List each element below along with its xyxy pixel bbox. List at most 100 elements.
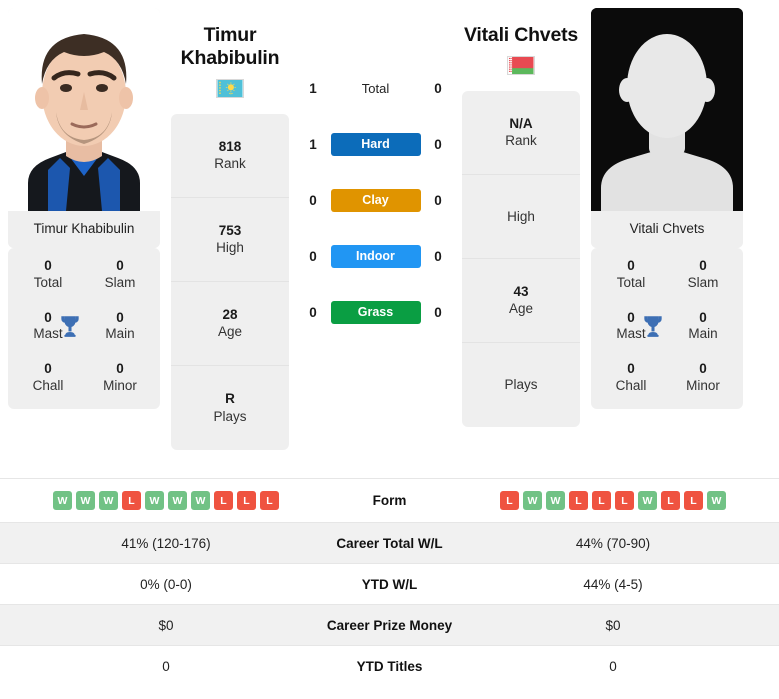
- row-label: Career Total W/L: [336, 535, 443, 551]
- stat-row-rank: 818 Rank: [171, 114, 289, 198]
- form-badge-l: L: [214, 491, 233, 510]
- left-value: $0: [158, 617, 174, 633]
- right-value: $0: [605, 617, 621, 633]
- titles-value: 0: [699, 309, 707, 325]
- right-player-name: Vitali Chvets: [463, 24, 579, 46]
- surface-label-hard[interactable]: Hard: [330, 132, 421, 156]
- titles-value: 0: [627, 257, 635, 273]
- left-player-name-line1: Timur: [203, 24, 257, 46]
- surface-label-clay[interactable]: Clay: [330, 188, 421, 212]
- form-badge-w: W: [707, 491, 726, 510]
- comparison-header: Timur Khabibulin 0 Total 0 Slam 0 Mast 0…: [0, 0, 779, 478]
- titles-label: Minor: [103, 378, 137, 394]
- table-row-career-total-wl: 41% (120-176) Career Total W/L 44% (70-9…: [0, 522, 779, 563]
- surface-row-hard: 1 Hard 0: [292, 116, 459, 172]
- left-form-cell: WWWLWWWLLL: [30, 491, 302, 510]
- right-form-cell: LWWLLLWLLW: [477, 491, 749, 510]
- surface-left-count: 0: [309, 304, 317, 320]
- form-badge-w: W: [638, 491, 657, 510]
- right-player-photo-column: Vitali Chvets 0 Total 0 Slam 0 Mast 0 Ma…: [583, 0, 751, 410]
- titles-value: 0: [699, 361, 707, 377]
- form-badge-l: L: [237, 491, 256, 510]
- right-player-stat-box: N/A Rank High 43 Age Plays: [462, 90, 580, 427]
- comparison-stats-table: WWWLWWWLLL Form LWWLLLWLLW 41% (120-176)…: [0, 478, 779, 686]
- stat-label: High: [216, 240, 244, 256]
- titles-value: 0: [699, 257, 707, 273]
- stat-label: Rank: [505, 133, 537, 149]
- player-photo: [8, 8, 160, 211]
- titles-label: Slam: [687, 274, 719, 290]
- titles-label: Main: [105, 326, 135, 342]
- right-titles-grid: 0 Total 0 Slam 0 Mast 0 Main 0 Chall 0 M…: [595, 258, 739, 395]
- surface-left-count: 0: [309, 248, 317, 264]
- left-titles-grid: 0 Total 0 Slam 0 Mast 0 Main 0 Chall 0 M…: [12, 258, 156, 395]
- titles-value: 0: [627, 361, 635, 377]
- stat-row-age: 43 Age: [462, 259, 580, 343]
- titles-value: 0: [627, 309, 635, 325]
- stat-row-plays: R Plays: [171, 366, 289, 450]
- stat-label: High: [507, 208, 535, 224]
- form-badge-w: W: [99, 491, 118, 510]
- surface-row-total: 1 Total 0: [292, 60, 459, 116]
- form-badge-l: L: [592, 491, 611, 510]
- titles-cell-main: 0 Main: [84, 310, 156, 344]
- titles-cell-mast: 0 Mast: [595, 310, 667, 344]
- surface-label-total: Total: [361, 80, 390, 96]
- avatar-silhouette-icon: [591, 8, 743, 211]
- titles-value: 0: [44, 257, 52, 273]
- stat-value: R: [225, 391, 235, 407]
- left-player-name-line2: Khabibulin: [180, 46, 280, 69]
- right-value: 44% (4-5): [583, 576, 643, 592]
- right-flag-wrap: [459, 55, 583, 75]
- surface-right-count: 0: [434, 80, 442, 96]
- surface-left-count: 0: [309, 192, 317, 208]
- stat-row-plays: Plays: [462, 343, 580, 427]
- surface-left-count: 1: [309, 136, 317, 152]
- player-comparison-page: Timur Khabibulin 0 Total 0 Slam 0 Mast 0…: [0, 0, 779, 699]
- surface-right-count: 0: [434, 304, 442, 320]
- left-player-photo-caption: Timur Khabibulin: [8, 211, 160, 248]
- right-player-titles-card: 0 Total 0 Slam 0 Mast 0 Main 0 Chall 0 M…: [591, 247, 743, 410]
- left-player-stat-box: 818 Rank 753 High 28 Age R Plays: [171, 113, 289, 450]
- form-badge-l: L: [260, 491, 279, 510]
- surface-label-indoor[interactable]: Indoor: [330, 244, 421, 268]
- form-badge-l: L: [500, 491, 519, 510]
- right-value: 0: [609, 658, 617, 674]
- form-badge-l: L: [661, 491, 680, 510]
- stat-row-age: 28 Age: [171, 282, 289, 366]
- form-badge-w: W: [523, 491, 542, 510]
- belarus-flag-icon: [507, 55, 535, 75]
- titles-label: Main: [688, 326, 718, 342]
- stat-row-high: 753 High: [171, 198, 289, 282]
- left-value: 41% (120-176): [121, 535, 211, 551]
- form-badge-w: W: [546, 491, 565, 510]
- surface-right-count: 0: [434, 192, 442, 208]
- right-player-photo-caption: Vitali Chvets: [591, 211, 743, 248]
- titles-cell-slam: 0 Slam: [667, 258, 739, 292]
- titles-cell-mast: 0 Mast: [12, 310, 84, 344]
- table-row-ytd-wl: 0% (0-0) YTD W/L 44% (4-5): [0, 563, 779, 604]
- titles-label: Chall: [615, 378, 647, 394]
- titles-label: Slam: [104, 274, 136, 290]
- left-form-badges: WWWLWWWLLL: [53, 491, 279, 510]
- row-label: YTD W/L: [361, 576, 418, 592]
- surface-comparison-column: 1 Total 0 1 Hard 0 0 Clay 0 0 Indoor 0 0: [292, 0, 459, 340]
- surface-right-count: 0: [434, 248, 442, 264]
- right-player-photo-card: Vitali Chvets: [591, 8, 743, 248]
- titles-cell-total: 0 Total: [595, 258, 667, 292]
- row-label-form: Form: [372, 493, 407, 508]
- table-row-career-prize-money: $0 Career Prize Money $0: [0, 604, 779, 645]
- surface-row-indoor: 0 Indoor 0: [292, 228, 459, 284]
- surface-row-clay: 0 Clay 0: [292, 172, 459, 228]
- surface-label-grass[interactable]: Grass: [330, 300, 421, 324]
- titles-label: Minor: [686, 378, 720, 394]
- stat-value: 753: [218, 222, 242, 238]
- row-label: YTD Titles: [356, 658, 423, 674]
- stat-label: Age: [217, 324, 243, 340]
- left-player-name: Timur Khabibulin: [168, 24, 292, 70]
- titles-value: 0: [116, 309, 124, 325]
- form-badge-w: W: [53, 491, 72, 510]
- stat-label: Age: [508, 301, 534, 317]
- stat-value: 28: [222, 306, 238, 322]
- titles-label: Mast: [616, 326, 646, 342]
